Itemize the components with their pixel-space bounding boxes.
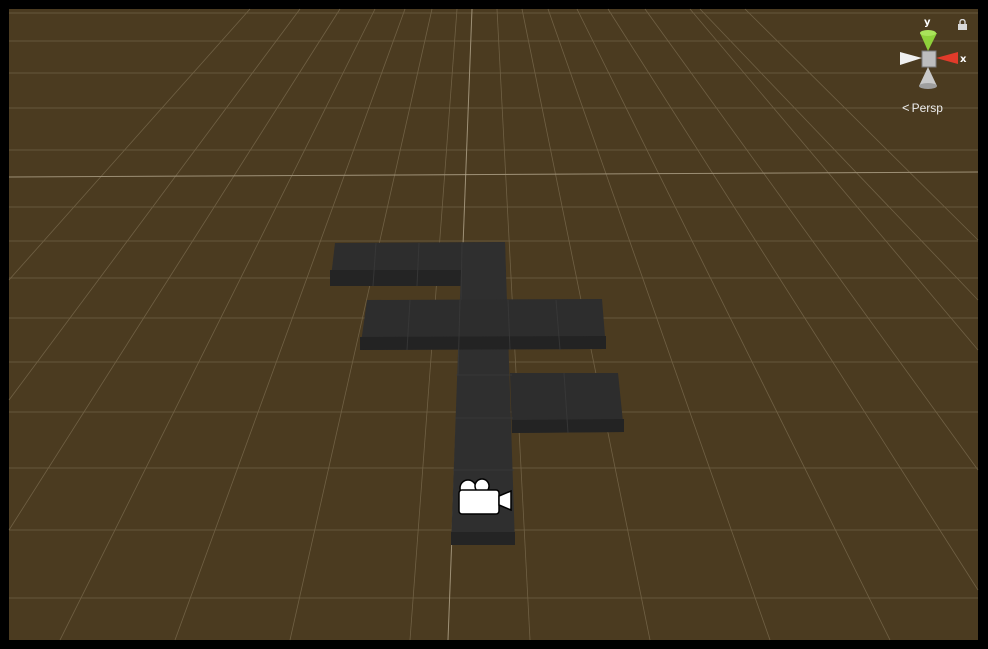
block-spine-front xyxy=(451,532,515,545)
scene-canvas[interactable]: y x xyxy=(0,0,988,649)
block-middle-row-side xyxy=(360,336,606,350)
gizmo-center-cube[interactable] xyxy=(921,50,937,68)
gizmo-x-label: x xyxy=(960,54,967,65)
projection-toggle[interactable]: < Persp xyxy=(902,100,954,118)
lock-icon[interactable] xyxy=(957,19,968,31)
projection-label: Persp xyxy=(911,101,943,115)
chevron-left-icon: < xyxy=(902,100,910,115)
scene-viewport[interactable]: y x < Persp xyxy=(0,0,988,649)
gizmo-y-label: y xyxy=(924,17,931,28)
